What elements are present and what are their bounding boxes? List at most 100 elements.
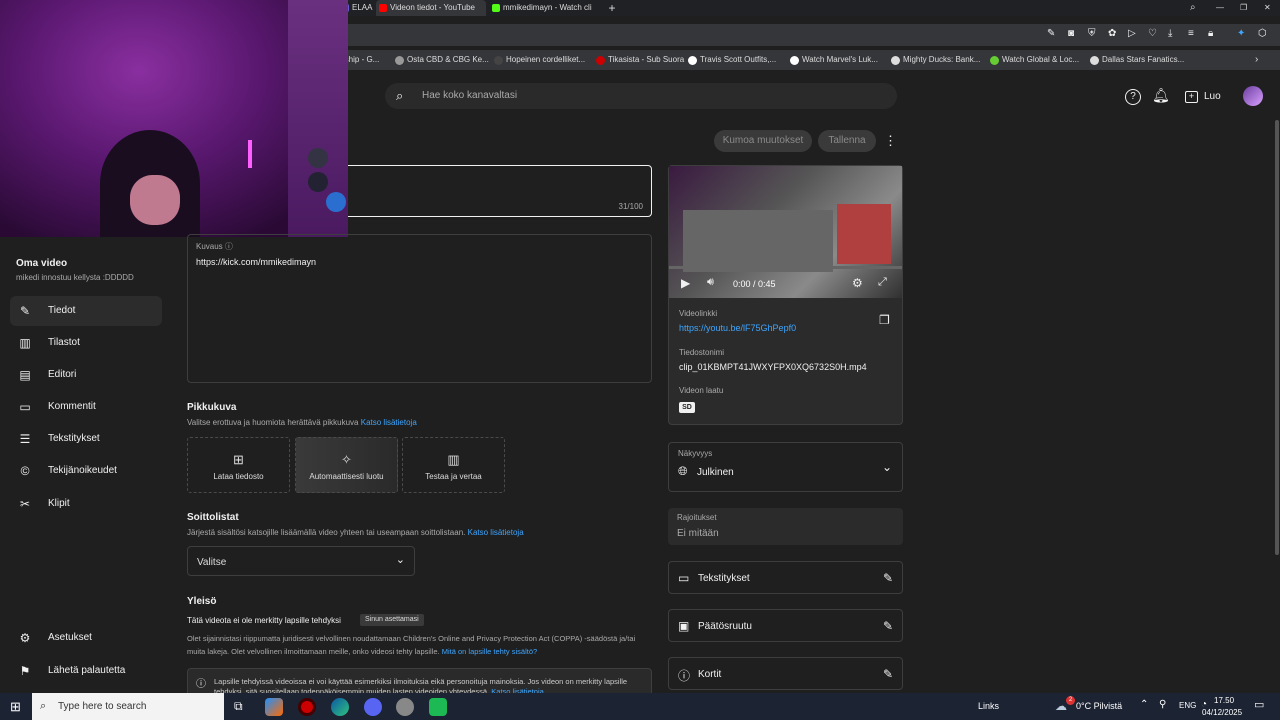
thumbnail-learn-more-link[interactable]: Katso lisätietoja — [361, 418, 417, 427]
filename-value: clip_01KBMPT41JWXYFPX0XQ6732S0H.mp4 — [679, 362, 867, 372]
description-field[interactable]: Kuvaus ⓘ https://kick.com/mmikedimayn — [187, 234, 652, 383]
bookmark-item[interactable]: Watch Marvel's Luk... — [790, 50, 878, 70]
copilot-icon[interactable]: ✦ — [1237, 29, 1245, 39]
gear-icon: ⚙ — [19, 631, 31, 645]
sidebar-item-tilastot[interactable]: ▥ Tilastot — [10, 328, 162, 358]
test-compare-button[interactable]: ▥ Testaa ja vertaa — [402, 437, 505, 493]
edit-icon[interactable]: ✎ — [1047, 29, 1055, 39]
bookmark-item[interactable]: Tikasista - Sub Suora — [596, 50, 684, 70]
visibility-select[interactable]: Näkyvyys 🌐︎ Julkinen ⌄ — [668, 442, 903, 492]
links-toolbar[interactable]: Links — [978, 701, 999, 711]
sidebar-item-tekstitykset[interactable]: ☰ Tekstitykset — [10, 424, 162, 454]
upload-thumbnail-button[interactable]: ⊞ Lataa tiedosto — [187, 437, 290, 493]
discord-icon[interactable] — [364, 698, 382, 716]
end-screen-row[interactable]: ▣ Päätösruutu ✎ — [668, 609, 903, 642]
bookmark-item[interactable]: Watch Global & Loc... — [990, 50, 1079, 70]
subtitles-row[interactable]: ▭ Tekstitykset ✎ — [668, 561, 903, 594]
menu-icon[interactable]: ≡ — [1188, 29, 1194, 39]
sidebar-item-tiedot[interactable]: ✎ Tiedot — [10, 296, 162, 326]
search-icon: ⌕ — [396, 88, 404, 103]
notifications-icon[interactable]: ▭ — [1254, 700, 1264, 711]
clock-date[interactable]: 04/12/2025 — [1202, 708, 1242, 717]
browser-tab[interactable]: mmikedimayn - Watch cli — [489, 0, 599, 16]
play-icon[interactable]: ▶ — [681, 277, 690, 289]
download-icon[interactable]: ⤓ — [1168, 29, 1172, 39]
extension-icon[interactable]: ✿ — [1108, 29, 1116, 39]
page-scrollbar[interactable] — [1275, 120, 1279, 555]
bookmark-item[interactable]: Osta CBD & CBG Ke... — [395, 50, 489, 70]
edge-icon[interactable] — [331, 698, 349, 716]
task-view-icon[interactable]: ⧉ — [234, 700, 243, 712]
save-button[interactable]: Tallenna — [818, 130, 876, 152]
playlist-select[interactable]: Valitse ⌄ — [187, 546, 415, 576]
sidebar-item-kommentit[interactable]: ▭ Kommentit — [10, 392, 162, 422]
sidebar-item-feedback[interactable]: ⚑ Lähetä palautetta — [10, 656, 162, 686]
bookmark-label: Mighty Ducks: Bank... — [903, 55, 981, 64]
minimize-button[interactable]: — — [1216, 0, 1230, 16]
playlists-learn-more-link[interactable]: Katso lisätietoja — [468, 528, 524, 537]
taskbar-search-input[interactable]: ⌕ Type here to search — [32, 693, 224, 720]
clock-time[interactable]: 17.50 — [1214, 696, 1234, 705]
weather-text[interactable]: 0°C Pilvistä — [1076, 701, 1122, 711]
volume-icon[interactable]: 🔊︎ — [707, 277, 714, 288]
settings-gear-icon[interactable]: ⚙ — [852, 277, 863, 289]
lock-icon[interactable]: 🔒︎ — [1208, 29, 1213, 39]
fullscreen-icon[interactable]: ⤢ — [878, 277, 887, 288]
close-window-button[interactable]: ✕ — [1264, 0, 1278, 16]
app-icon[interactable] — [429, 698, 447, 716]
sd-badge: SD — [679, 402, 695, 413]
cards-row[interactable]: ⓘ Kortit ✎ — [668, 657, 903, 690]
pencil-icon[interactable]: ✎ — [883, 667, 893, 681]
sidebar-item-editori[interactable]: ▤ Editori — [10, 360, 162, 390]
new-tab-button[interactable]: + — [604, 0, 620, 16]
camera-icon[interactable]: ◙ — [1068, 29, 1074, 39]
help-icon[interactable]: ? — [1125, 89, 1141, 105]
search-input[interactable]: ⌕ Hae koko kanavaltasi — [385, 83, 897, 109]
scissors-icon: ✂ — [19, 497, 31, 511]
tab-search-icon[interactable]: ⌕ — [1190, 0, 1204, 16]
opera-icon[interactable] — [298, 698, 316, 716]
copy-icon[interactable]: ❐ — [879, 314, 890, 326]
sidebar-icon[interactable]: ⬡ — [1258, 29, 1267, 39]
network-icon[interactable]: ⚲ — [1159, 700, 1166, 710]
avatar[interactable] — [1243, 86, 1263, 106]
bookmark-item[interactable]: Dallas Stars Fanatics... — [1090, 50, 1184, 70]
auto-thumbnail-button[interactable]: ✧ Automaattisesti luotu — [295, 437, 398, 493]
browser-tab-active[interactable]: Videon tiedot - YouTube — [376, 0, 486, 16]
play-icon[interactable]: ▷ — [1128, 29, 1136, 39]
sidebar-item-asetukset[interactable]: ⚙ Asetukset — [10, 623, 162, 653]
app-icon[interactable] — [396, 698, 414, 716]
undo-changes-button[interactable]: Kumoa muutokset — [714, 130, 812, 152]
pencil-icon[interactable]: ✎ — [883, 619, 893, 633]
bookmark-item[interactable]: Hopeinen cordelliket... — [494, 50, 585, 70]
heart-icon[interactable]: ♡ — [1148, 29, 1157, 39]
feedback-icon: ⚑ — [19, 664, 31, 678]
sidebar-item-klipit[interactable]: ✂ Klipit — [10, 489, 162, 519]
video-preview-card: ▶ 🔊︎ 0:00 / 0:45 ⚙ ⤢ Videolinkki https:/… — [668, 165, 903, 425]
bookmark-item[interactable]: Travis Scott Outfits,... — [688, 50, 776, 70]
bookmark-favicon-icon — [891, 56, 900, 65]
audience-learn-more-link[interactable]: Mitä on lapsille tehty sisältö? — [442, 647, 537, 656]
playlist-select-value: Valitse — [197, 557, 227, 568]
chevron-up-icon[interactable]: ⌃ — [1140, 700, 1148, 710]
bell-icon[interactable]: 🔔︎ — [1152, 88, 1170, 102]
restrictions-field: Rajoitukset Ei mitään — [668, 508, 903, 545]
video-progress-bar[interactable] — [669, 266, 902, 269]
windows-start-icon[interactable]: ⊞ — [10, 700, 21, 713]
pencil-icon[interactable]: ✎ — [883, 571, 893, 585]
globe-icon: 🌐︎ — [678, 464, 688, 478]
more-vert-icon[interactable]: ⋮ — [884, 134, 897, 147]
video-player[interactable]: ▶ 🔊︎ 0:00 / 0:45 ⚙ ⤢ — [669, 166, 902, 298]
create-button[interactable]: + Luo — [1183, 87, 1225, 107]
chevron-right-icon[interactable]: › — [1255, 50, 1258, 70]
bookmark-item[interactable]: Mighty Ducks: Bank... — [891, 50, 980, 70]
sidebar-item-tekijanoikeudet[interactable]: © Tekijänoikeudet — [10, 456, 162, 486]
title-field[interactable]: 31/100 — [330, 165, 652, 217]
sidebar-item-label: Tiedot — [48, 305, 76, 316]
language-indicator[interactable]: ENG — [1179, 701, 1196, 710]
maximize-button[interactable]: ❐ — [1240, 0, 1254, 16]
video-link[interactable]: https://youtu.be/lF75GhPepf0 — [679, 323, 796, 333]
app-icon[interactable] — [265, 698, 283, 716]
shield-icon[interactable]: ⛨ — [1088, 29, 1096, 39]
playlists-hint-text: Järjestä sisältösi katsojille lisäämällä… — [187, 528, 466, 537]
